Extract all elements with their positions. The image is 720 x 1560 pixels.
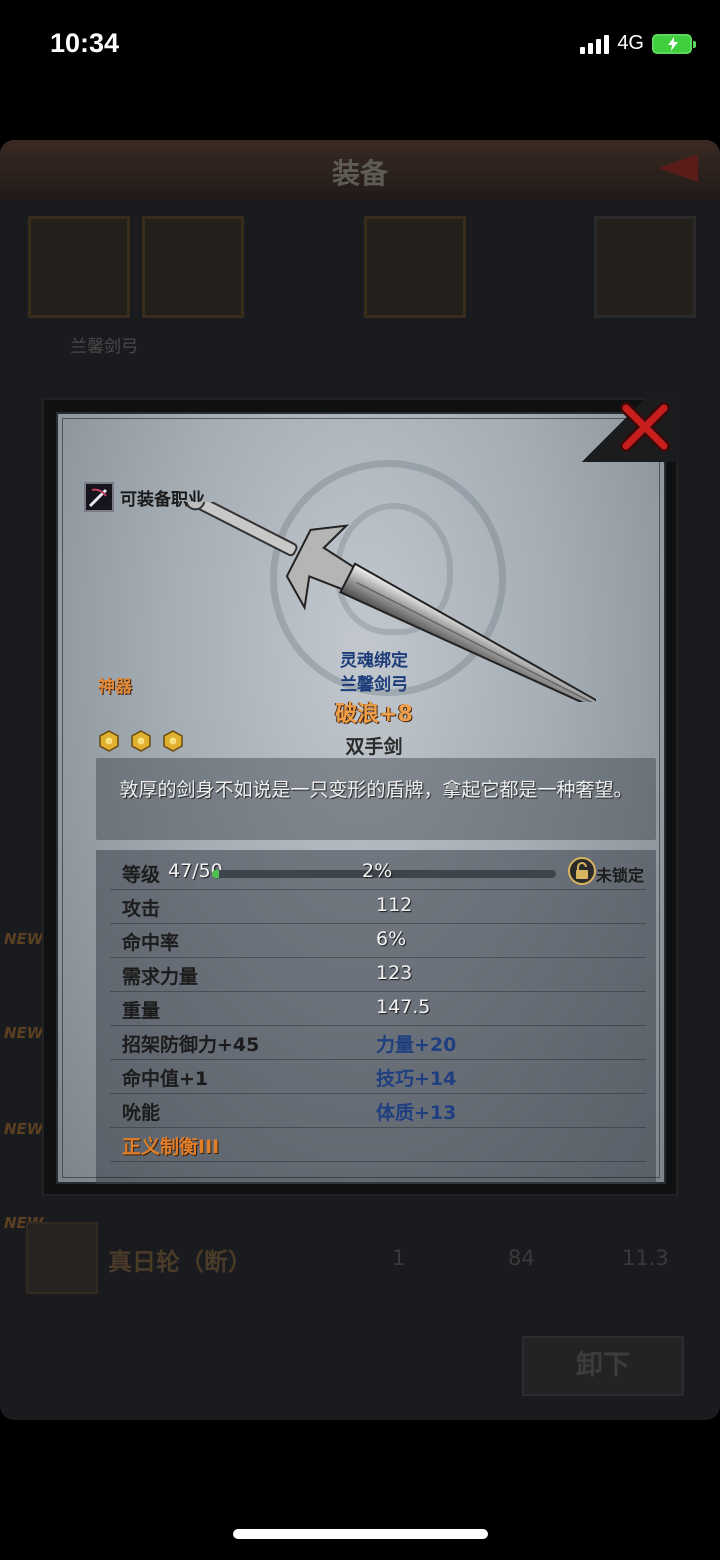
stat-row: 吮能 体质+13	[110, 1094, 646, 1128]
equipment-slot[interactable]	[142, 216, 244, 318]
equipment-title: 装备	[331, 157, 388, 190]
stat-name: 吮能	[122, 1102, 161, 1124]
binding-label: 灵魂绑定	[340, 651, 408, 671]
back-arrow-icon[interactable]	[658, 154, 698, 182]
character-name: 兰馨剑弓	[70, 337, 138, 357]
stat-row: 重量 147.5	[110, 992, 646, 1026]
equipment-slot[interactable]	[594, 216, 696, 318]
stat-name: 招架防御力+45	[122, 1034, 260, 1056]
level-row: 等级 47/50 2% 未锁定	[110, 856, 646, 890]
new-badge: NEW	[4, 930, 44, 948]
close-corner	[582, 398, 678, 462]
stat-value: 112	[376, 894, 413, 916]
special-ability: 正义制衡III	[122, 1136, 220, 1158]
star-icon	[131, 730, 151, 752]
home-indicator[interactable]	[233, 1529, 488, 1539]
item-description: 敦厚的剑身不如说是一只变形的盾牌，拿起它都是一种奢望。	[119, 779, 633, 801]
battery-charging-icon	[652, 33, 696, 54]
close-icon[interactable]	[618, 400, 672, 454]
new-badge: NEW	[4, 1120, 44, 1138]
lock-icon[interactable]	[568, 857, 596, 885]
stat-value: 147.5	[376, 996, 431, 1018]
level-percent: 2%	[362, 860, 393, 882]
star-icon	[163, 730, 183, 752]
unequip-button[interactable]: 卸下	[522, 1336, 684, 1396]
bonus-stat: 力量+20	[376, 1034, 457, 1056]
bonus-stat: 技巧+14	[376, 1068, 457, 1090]
status-bar: 10:34 4G	[0, 0, 720, 90]
stat-value: 123	[376, 962, 413, 984]
stat-name: 攻击	[122, 898, 161, 920]
stat-row: 攻击 112	[110, 890, 646, 924]
unequip-label: 卸下	[576, 1350, 630, 1381]
status-indicators: 4G	[580, 32, 696, 55]
owner-label: 兰馨剑弓	[340, 675, 408, 695]
stat-value: 6%	[376, 928, 407, 950]
item-name: 真日轮（断）	[108, 1248, 252, 1276]
star-rating	[98, 730, 184, 752]
item-detail-modal: 可装备职业 神器 灵魂绑定 兰馨剑弓 破浪+8 双手剑 敦厚的剑身不如说是一只变…	[42, 398, 678, 1196]
description-box: 敦厚的剑身不如说是一只变形的盾牌，拿起它都是一种奢望。	[96, 758, 656, 840]
item-value: 11.3	[622, 1246, 669, 1270]
class-icon[interactable]	[84, 482, 114, 512]
stat-name: 需求力量	[122, 966, 199, 988]
item-icon	[26, 1222, 98, 1294]
item-name: 破浪+8	[335, 702, 413, 727]
item-detail-panel: 可装备职业 神器 灵魂绑定 兰馨剑弓 破浪+8 双手剑 敦厚的剑身不如说是一只变…	[56, 412, 666, 1184]
equipment-title-bar: 装备	[0, 140, 720, 200]
equipment-list-item[interactable]: 真日轮（断） 1 84 11.3	[0, 1222, 720, 1312]
stat-name: 重量	[122, 1000, 161, 1022]
stat-name: 命中率	[122, 932, 180, 954]
stat-row: 正义制衡III	[110, 1128, 646, 1162]
stat-row: 招架防御力+45 力量+20	[110, 1026, 646, 1060]
status-time: 10:34	[50, 28, 120, 58]
star-icon	[99, 730, 119, 752]
bonus-stat: 体质+13	[376, 1102, 457, 1124]
signal-icon	[580, 34, 610, 54]
stat-row: 命中率 6%	[110, 924, 646, 958]
stat-row: 命中值+1 技巧+14	[110, 1060, 646, 1094]
stat-row: 需求力量 123	[110, 958, 646, 992]
lock-status[interactable]: 未锁定	[596, 862, 644, 886]
level-label: 等级	[122, 864, 161, 886]
stat-name: 命中值+1	[122, 1068, 209, 1090]
new-badge: NEW	[4, 1024, 44, 1042]
equipment-slot[interactable]	[364, 216, 466, 318]
network-label: 4G	[617, 32, 644, 54]
level-progress-fill	[212, 870, 219, 878]
stats-panel: 等级 47/50 2% 未锁定 攻击 112 命中率 6% 需求力量 123 重…	[96, 850, 656, 1184]
equipment-slot[interactable]	[28, 216, 130, 318]
item-value: 84	[508, 1246, 535, 1270]
item-value: 1	[392, 1246, 406, 1270]
